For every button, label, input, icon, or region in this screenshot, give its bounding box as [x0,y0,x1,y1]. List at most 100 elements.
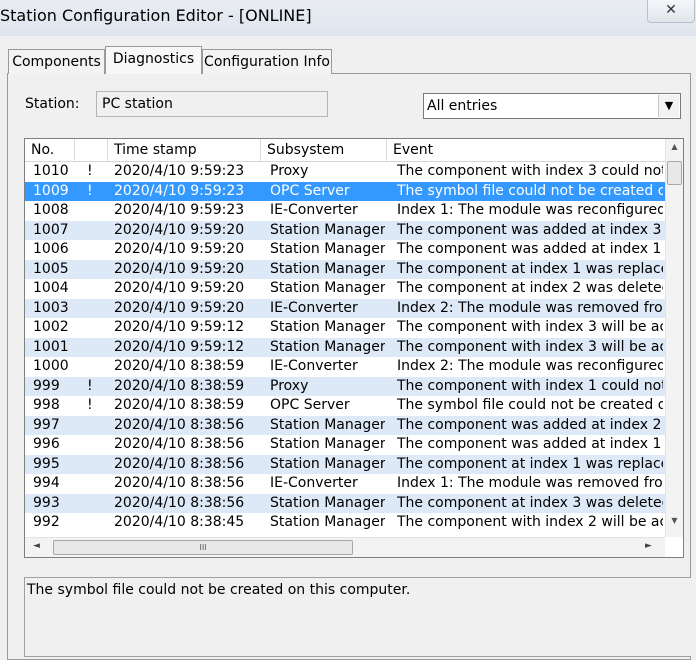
cell-event: The component was added at index 1 in [397,241,663,257]
cell-subsystem: IE-Converter [270,358,358,374]
cell-flag [87,201,101,221]
cell-flag [87,357,101,377]
horizontal-scrollbar[interactable]: ◄ III ► [25,537,665,557]
cell-subsystem: Station Manager [270,260,385,277]
cell-time: 2020/4/10 8:38:56 [114,416,245,433]
filter-value: All entries [427,98,498,114]
cell-event: The component at index 1 was replaced [397,260,663,277]
title-bar: Station Configuration Editor - [ONLINE] … [0,0,696,36]
cell-subsystem: Station Manager [270,436,385,452]
close-button[interactable]: ✕ [647,0,695,23]
scroll-left-icon[interactable]: ◄ [33,541,40,551]
station-field: PC station [96,91,328,117]
cell-time: 2020/4/10 9:59:23 [114,182,245,199]
column-header-subsystem[interactable]: Subsystem [261,139,387,161]
cell-flag [87,240,101,260]
table-row[interactable]: 995 2020/4/10 8:38:56 Station Manager The c… [25,454,665,475]
cell-no: 1005 [33,260,69,277]
scroll-up-icon[interactable]: ▲ [666,142,683,151]
cell-no: 1003 [33,299,69,316]
cell-event: The component at index 2 was deleted [397,280,663,296]
table-row[interactable]: 992 2020/4/10 8:38:45 Station Manager The c… [25,513,665,533]
vertical-scroll-thumb[interactable] [667,161,682,185]
cell-event: The component with index 3 will be acc [397,319,663,335]
scroll-down-icon[interactable]: ▼ [666,516,683,525]
table-row[interactable]: 1000 2020/4/10 8:38:59 IE-Converter Index 2… [25,357,665,377]
table-row[interactable]: 993 2020/4/10 8:38:56 Station Manager The c… [25,493,665,514]
table-row[interactable]: 997 2020/4/10 8:38:56 Station Manager The c… [25,415,665,436]
cell-event: The component was added at index 1 in [397,436,663,452]
scroll-right-icon[interactable]: ► [645,541,652,551]
station-label: Station: [25,96,80,112]
column-header-no[interactable]: No. [25,139,75,161]
window-title: Station Configuration Editor - [ONLINE] [0,6,312,25]
cell-no: 1000 [33,358,69,374]
cell-time: 2020/4/10 8:38:59 [114,377,245,394]
cell-time: 2020/4/10 9:59:20 [114,280,245,296]
cell-event: The component at index 3 was deleted [397,494,663,511]
table-row[interactable]: 996 2020/4/10 8:38:56 Station Manager The c… [25,435,665,455]
table-row[interactable]: 1007 2020/4/10 9:59:20 Station Manager The … [25,220,665,241]
cell-event: The component with index 3 will be acc [397,338,663,355]
cell-event: The symbol file could not be created on [397,397,663,413]
cell-flag [87,455,101,475]
horizontal-scroll-thumb[interactable]: III [53,540,353,555]
cell-subsystem: Proxy [270,377,309,394]
cell-time: 2020/4/10 8:38:56 [114,475,245,491]
column-header-flag[interactable] [75,139,108,161]
table-row[interactable]: 998! 2020/4/10 8:38:59 OPC Server The symbo… [25,396,665,416]
cell-event: The component with index 3 could not be [397,163,663,179]
cell-subsystem: IE-Converter [270,475,358,491]
cell-subsystem: Station Manager [270,338,385,355]
cell-event: The component was added at index 3 in [397,221,663,238]
cell-no: 998 [33,397,60,413]
cell-time: 2020/4/10 9:59:23 [114,202,245,218]
table-row[interactable]: 994 2020/4/10 8:38:56 IE-Converter Index 1:… [25,474,665,494]
cell-subsystem: Station Manager [270,455,385,472]
cell-subsystem: Proxy [270,163,309,179]
chevron-down-icon[interactable]: ▼ [658,95,679,117]
cell-subsystem: Station Manager [270,494,385,511]
tab-configuration-info[interactable]: Configuration Info [202,49,332,74]
tab-diagnostics[interactable]: Diagnostics [105,46,202,74]
column-header-time-stamp[interactable]: Time stamp [108,139,261,161]
cell-flag [87,416,101,436]
table-header: No. Time stamp Subsystem Event [25,139,665,162]
table-row[interactable]: 1002 2020/4/10 9:59:12 Station Manager The … [25,318,665,338]
cell-flag [87,318,101,338]
cell-flag [87,338,101,358]
table-row[interactable]: 1009! 2020/4/10 9:59:23 OPC Server The symb… [25,181,665,201]
table-row[interactable]: 1001 2020/4/10 9:59:12 Station Manager The … [25,337,665,358]
tab-components[interactable]: Components [8,49,105,74]
cell-flag [87,221,101,241]
cell-event: Index 1: The module was reconfigured a [397,202,663,218]
cell-flag [87,494,101,514]
cell-event: Index 2: The module was removed from [397,299,663,316]
cell-no: 1010 [33,163,69,179]
cell-event: The component with index 2 will be acc [397,514,663,530]
cell-flag: ! [87,163,93,179]
cell-no: 1007 [33,221,69,238]
cell-flag: ! [87,377,93,394]
cell-time: 2020/4/10 8:38:56 [114,455,245,472]
table-row[interactable]: 1006 2020/4/10 9:59:20 Station Manager The … [25,240,665,260]
table-row[interactable]: 999! 2020/4/10 8:38:59 Proxy The component … [25,376,665,396]
filter-dropdown[interactable]: All entries ▼ [423,93,681,119]
table-row[interactable]: 1003 2020/4/10 9:59:20 IE-Converter Index 2… [25,298,665,318]
cell-time: 2020/4/10 8:38:56 [114,494,245,511]
event-detail-text: The symbol file could not be created on … [27,582,411,598]
grip-icon: III [199,543,207,552]
table-row[interactable]: 1010! 2020/4/10 9:59:23 Proxy The component… [25,162,665,182]
table-row[interactable]: 1005 2020/4/10 9:59:20 Station Manager The … [25,259,665,279]
cell-no: 1004 [33,280,69,296]
cell-time: 2020/4/10 9:59:20 [114,241,245,257]
table-row[interactable]: 1004 2020/4/10 9:59:20 Station Manager The … [25,279,665,299]
cell-subsystem: OPC Server [270,182,350,199]
column-header-event[interactable]: Event [387,139,665,161]
cell-subsystem: Station Manager [270,416,385,433]
cell-event: The component was added at index 2 in [397,416,663,433]
table-row[interactable]: 1008 2020/4/10 9:59:23 IE-Converter Index 1… [25,201,665,221]
cell-no: 1001 [33,338,69,355]
cell-subsystem: Station Manager [270,241,385,257]
vertical-scrollbar[interactable]: ▲ ▼ [665,139,683,537]
